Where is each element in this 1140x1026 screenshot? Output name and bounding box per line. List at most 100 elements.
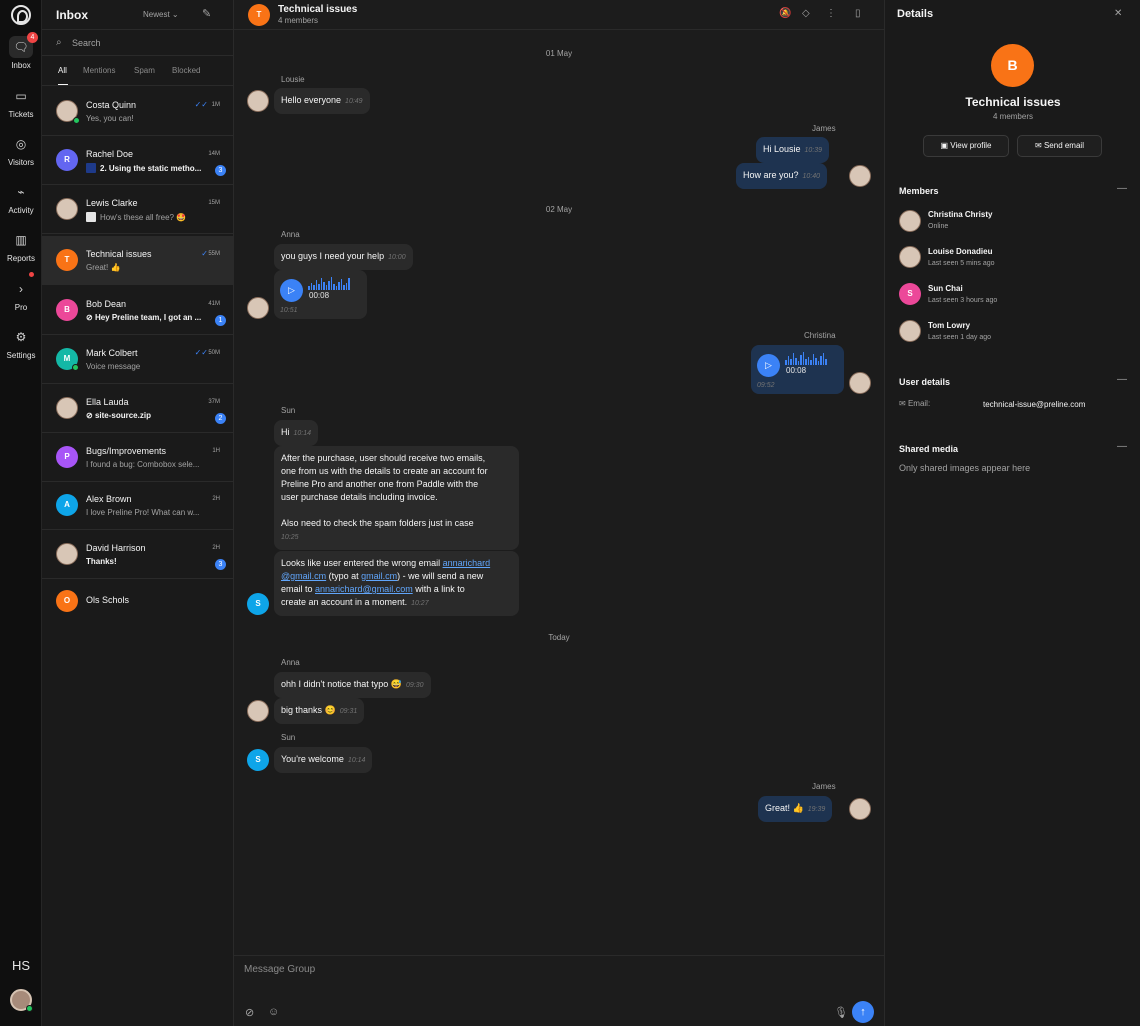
message-bubble: Hi Lousie 10:39 (756, 137, 830, 163)
nav-label: Visitors (7, 158, 35, 167)
bar-chart-icon: ▥ (15, 233, 27, 247)
conversation-item[interactable]: M Mark Colbert ✓✓ 50M Voice message (42, 335, 234, 384)
inbox-title: Inbox (56, 8, 88, 22)
sort-label: Newest (143, 10, 170, 19)
voice-message[interactable]: ▷ 00:08 09:52 (751, 345, 844, 394)
conversation-item[interactable]: A Alex Brown 2H I love Preline Pro! What… (42, 481, 234, 530)
nav-activity[interactable]: ⌁ Activity (0, 181, 42, 225)
conversation-time: 1H (212, 448, 220, 454)
message-time: 19:39 (807, 806, 826, 813)
conversation-item[interactable]: Lewis Clarke 15M How's these all free? 🤩 (42, 185, 234, 234)
nav-tickets[interactable]: ▭ Tickets (0, 85, 42, 129)
tab-spam[interactable]: Spam (134, 66, 155, 75)
email-link[interactable]: annarichard (443, 558, 491, 568)
conversation-item[interactable]: David Harrison 2H Thanks! 3 (42, 530, 234, 579)
message-time: 09:52 (757, 382, 775, 389)
email-link[interactable]: annarichard@gmail.com (315, 584, 413, 594)
chat-panel: T Technical issues 4 members 🔕 ◇ ⋮ ▯ 01 … (234, 0, 884, 1026)
conversation-item[interactable]: O Ols Schols (42, 579, 234, 628)
online-indicator (73, 117, 80, 124)
member-name: Christina Christy (928, 210, 993, 219)
email-link[interactable]: @gmail.cm (281, 571, 326, 581)
conversation-item[interactable]: Ella Lauda 37M ⊘ site-source.zip 2 (42, 384, 234, 433)
image-thumbnail-icon (86, 212, 96, 222)
send-email-button[interactable]: ✉ Send email (1017, 135, 1102, 157)
compose-icon[interactable]: ✎ (202, 7, 211, 20)
nav-settings[interactable]: ⚙ Settings (0, 326, 42, 370)
nav-visitors[interactable]: ◎ Visitors (0, 133, 42, 177)
message-bubble: Hello everyone 10:49 (274, 88, 370, 114)
group-avatar-large: B (991, 44, 1034, 87)
icon-rail: 🗨 4 Inbox ▭ Tickets ◎ Visitors ⌁ Activit… (0, 0, 42, 1026)
globe-icon: ◎ (15, 137, 27, 151)
conversation-preview: Yes, you can! (86, 114, 134, 123)
group-name: Technical issues (965, 95, 1061, 109)
voice-message[interactable]: ▷ 00:08 10:51 (274, 270, 367, 319)
paperclip-icon[interactable]: ⊘ (245, 1006, 254, 1019)
conversation-item[interactable]: P Bugs/Improvements 1H I found a bug: Co… (42, 433, 234, 482)
avatar (56, 543, 78, 565)
double-check-icon: ✓✓ (194, 348, 208, 357)
message-text: user purchase details including invoice. (281, 492, 438, 502)
avatar: R (56, 149, 78, 171)
preview-text: 2. Using the static metho... (100, 164, 202, 173)
workspace-switcher[interactable]: HS (10, 956, 32, 976)
user-avatar[interactable] (10, 989, 33, 1012)
emoji-icon[interactable]: ☺ (268, 1006, 279, 1018)
sender-name: Lousie (281, 75, 305, 84)
online-indicator (26, 1005, 33, 1012)
tag-icon[interactable]: ◇ (802, 8, 810, 19)
message-text: Hello everyone (281, 95, 342, 105)
logo-icon[interactable] (11, 5, 31, 25)
tab-blocked[interactable]: Blocked (172, 66, 200, 75)
app-window: 🗨 4 Inbox ▭ Tickets ◎ Visitors ⌁ Activit… (0, 0, 1140, 1026)
conversation-item[interactable]: B Bob Dean 41M ⊘ Hey Preline team, I got… (42, 286, 234, 335)
view-profile-button[interactable]: ▣ View profile (923, 135, 1009, 157)
date-separator: 02 May (545, 205, 573, 214)
message-text: Hi (281, 427, 290, 437)
button-label: View profile (950, 141, 992, 150)
chevron-right-icon: › (19, 282, 23, 296)
conversation-item-active[interactable]: T Technical issues ✓ 55M Great! 👍 (42, 236, 234, 285)
paperclip-icon: ⊘ (86, 313, 95, 322)
collapse-icon[interactable]: — (1117, 441, 1127, 452)
avatar (849, 798, 871, 820)
conversation-item[interactable]: Costa Quinn ✓✓ 1M Yes, you can! (42, 87, 234, 136)
panel-toggle-icon[interactable]: ▯ (855, 8, 861, 19)
nav-reports[interactable]: ▥ Reports (0, 229, 42, 273)
play-icon[interactable]: ▷ (280, 279, 303, 302)
message-time: 09:31 (339, 708, 358, 715)
message-text: Preline Pro and another one from Paddle … (281, 479, 479, 489)
nav-pro[interactable]: › Pro (0, 272, 42, 322)
conversation-preview: Thanks! (86, 557, 117, 566)
conversation-item[interactable]: R Rachel Doe 14M 2. Using the static met… (42, 136, 234, 185)
collapse-icon[interactable]: — (1117, 183, 1127, 194)
tab-mentions[interactable]: Mentions (83, 66, 115, 75)
preview-text: site-source.zip (94, 411, 151, 420)
collapse-icon[interactable]: — (1117, 374, 1127, 385)
message-text: ) - we will send a new (397, 571, 484, 581)
nav-inbox[interactable]: 🗨 4 Inbox (0, 32, 42, 80)
play-icon[interactable]: ▷ (757, 354, 780, 377)
inbox-header: Inbox Newest ⌄ ✎ (42, 0, 233, 30)
message-bubble: Looks like user entered the wrong email … (274, 551, 519, 616)
domain-link[interactable]: gmail.cm (361, 571, 397, 581)
more-vertical-icon[interactable]: ⋮ (826, 8, 836, 19)
unread-badge: 3 (215, 559, 226, 570)
ticket-icon: ▭ (15, 89, 27, 103)
nav-label: Pro (14, 303, 28, 312)
search-input[interactable] (72, 35, 222, 51)
send-button[interactable]: ↑ (852, 1001, 874, 1023)
conversation-name: Lewis Clarke (86, 198, 138, 208)
conversation-preview: Voice message (86, 362, 141, 371)
notification-dot (29, 272, 34, 277)
sort-dropdown[interactable]: Newest ⌄ (143, 10, 179, 19)
message-text: After the purchase, user should receive … (281, 453, 486, 463)
tab-all[interactable]: All (58, 66, 68, 85)
close-icon[interactable]: ✕ (1114, 8, 1122, 19)
conversation-time: 55M (208, 251, 220, 257)
message-input[interactable] (244, 964, 864, 988)
message-text: (typo at (326, 571, 362, 581)
microphone-icon[interactable]: 🎙 (834, 1006, 848, 1019)
bell-off-icon[interactable]: 🔕 (779, 8, 791, 19)
